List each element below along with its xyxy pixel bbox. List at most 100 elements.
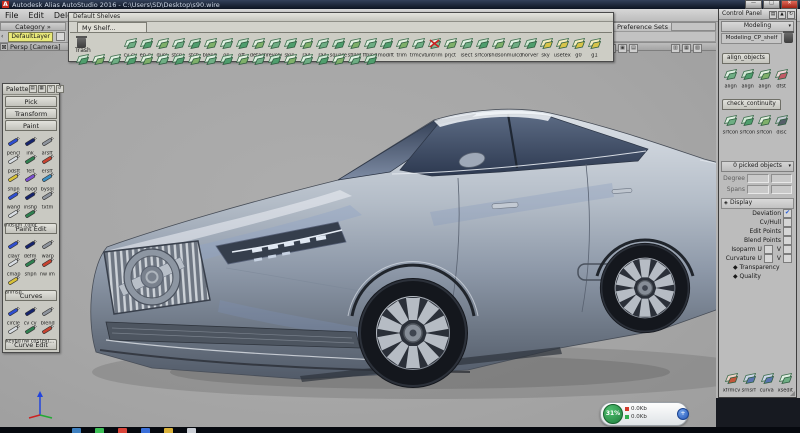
tool-xfrmcv[interactable]: xfrmcv bbox=[722, 369, 740, 394]
viewport-close-icon[interactable]: ⊠ bbox=[0, 43, 8, 51]
tool-align[interactable]: align bbox=[722, 65, 739, 90]
palette-titlebar[interactable]: Palette ▤▦▽↺ bbox=[3, 84, 59, 95]
cp-picked-objects-dropdown[interactable]: 0 picked objects▾ bbox=[721, 161, 794, 172]
tool-align[interactable]: align bbox=[739, 65, 756, 90]
cp-collapse-icon[interactable]: ▲ bbox=[778, 11, 786, 19]
perspective-viewport[interactable] bbox=[0, 51, 716, 427]
tool-g1[interactable]: g1 bbox=[586, 34, 602, 59]
tool-trmcvt[interactable]: trmcvt bbox=[410, 34, 426, 59]
tool-mulcd[interactable]: mulcd bbox=[506, 34, 522, 59]
maximize-view-icon[interactable]: ▦ bbox=[682, 44, 691, 53]
tool-unlabeled[interactable] bbox=[154, 50, 170, 69]
front-wheel[interactable] bbox=[358, 278, 468, 388]
taskbar-app-icon[interactable] bbox=[141, 428, 150, 433]
menu-edit[interactable]: Edit bbox=[28, 11, 44, 20]
degree-v-input[interactable] bbox=[771, 174, 793, 183]
tool-curva[interactable]: curva bbox=[758, 369, 776, 394]
category-header[interactable]: Category » bbox=[0, 22, 66, 31]
palette-window[interactable]: Palette ▤▦▽↺ Pick Transform Paintpenclin… bbox=[2, 83, 60, 353]
tool-unlabeled[interactable] bbox=[74, 50, 90, 69]
tool-unlabeled[interactable] bbox=[266, 50, 282, 69]
close-view-icon[interactable]: ▧ bbox=[693, 44, 702, 53]
control-panel-window-buttons[interactable]: ▤▲↻ bbox=[769, 9, 796, 19]
tool-shdson[interactable]: shdson bbox=[490, 34, 506, 59]
maximize-button[interactable]: □ bbox=[763, 0, 780, 9]
palette-tab-transform[interactable]: Transform bbox=[5, 108, 57, 119]
cv-hull-checkbox[interactable] bbox=[783, 218, 792, 227]
taskbar-app-icon[interactable] bbox=[164, 428, 173, 433]
tool-srfcon[interactable]: srfcon bbox=[474, 34, 490, 59]
tool-unlabeled[interactable] bbox=[250, 50, 266, 69]
tool-isect[interactable]: isect bbox=[458, 34, 474, 59]
tool-unlabeled[interactable] bbox=[106, 50, 122, 69]
cp-menu-icon[interactable]: ▤ bbox=[769, 11, 777, 19]
tool-unlabeled[interactable] bbox=[202, 50, 218, 69]
tool-ink[interactable]: ink bbox=[22, 132, 39, 150]
tool-pencl[interactable]: pencl bbox=[5, 132, 22, 150]
cp-display-section[interactable]: ◈Display bbox=[721, 198, 794, 209]
edit-points-checkbox[interactable] bbox=[783, 227, 792, 236]
wire-toggle-icon[interactable]: ▤ bbox=[629, 44, 638, 53]
tool-unlabeled[interactable] bbox=[138, 50, 154, 69]
tool-unlabeled[interactable] bbox=[90, 50, 106, 69]
cp-trash-icon[interactable] bbox=[783, 31, 793, 43]
tool-unlabeled[interactable] bbox=[170, 50, 186, 69]
rear-wheel[interactable] bbox=[600, 243, 690, 333]
tool-disc[interactable]: disc bbox=[773, 111, 790, 136]
close-button[interactable]: ✕ bbox=[781, 0, 798, 9]
control-panel-window[interactable]: Control Panel ▤▲↻ Modeling▾ Modeling_CP_… bbox=[718, 8, 797, 398]
tool-srfcon[interactable]: srfcon bbox=[722, 111, 739, 136]
shelf-tab-my-shelf[interactable]: My Shelf... bbox=[77, 22, 147, 32]
tool-unlabeled[interactable] bbox=[282, 50, 298, 69]
cp-cycle-icon[interactable]: ↻ bbox=[787, 11, 795, 19]
split-view-icon[interactable]: ▥ bbox=[671, 44, 680, 53]
tool-unlabeled[interactable] bbox=[346, 50, 362, 69]
palette-grid-icon[interactable]: ▦ bbox=[38, 85, 46, 93]
network-monitor-widget[interactable]: 31% 0.0Kb 0.0Kb + bbox=[600, 402, 692, 425]
curvature-u-checkbox[interactable] bbox=[764, 254, 773, 263]
tool-srfcon[interactable]: srfcon bbox=[739, 111, 756, 136]
minimize-button[interactable]: — bbox=[745, 0, 762, 9]
deviation-checkbox[interactable]: ✔ bbox=[783, 209, 792, 218]
palette-list-icon[interactable]: ▤ bbox=[29, 85, 37, 93]
cp-bullet-quality[interactable]: ◆ Quality bbox=[719, 272, 796, 281]
tool-unlabeled[interactable] bbox=[218, 50, 234, 69]
tool-circle[interactable]: circle bbox=[5, 302, 22, 320]
cp-tab-align_objects[interactable]: align_objects bbox=[722, 53, 770, 64]
isoparm-u-checkbox[interactable] bbox=[764, 245, 773, 254]
spans-v-input[interactable] bbox=[771, 185, 793, 194]
resize-grip[interactable] bbox=[790, 391, 795, 396]
preference-sets-button[interactable]: Preference Sets bbox=[613, 23, 672, 31]
tool-unlabeled[interactable] bbox=[234, 50, 250, 69]
shelf-window-title[interactable]: Default Shelves bbox=[69, 13, 613, 22]
shade-toggle-icon[interactable]: ▣ bbox=[618, 44, 627, 53]
palette-window-buttons[interactable]: ▤▦▽↺ bbox=[29, 84, 65, 94]
blend-points-checkbox[interactable] bbox=[783, 236, 792, 245]
taskbar-app-icon[interactable] bbox=[95, 428, 104, 433]
taskbar-app-icon[interactable] bbox=[187, 428, 196, 433]
default-layer-chip[interactable]: DefaultLayer bbox=[8, 32, 53, 42]
palette-cycle-icon[interactable]: ↺ bbox=[56, 85, 64, 93]
tool-align[interactable]: align bbox=[756, 65, 773, 90]
tool-modift[interactable]: modift bbox=[378, 34, 394, 59]
scroll-left-icon[interactable]: ‹ bbox=[1, 33, 3, 40]
layer-visibility-checkbox[interactable] bbox=[56, 32, 65, 41]
taskbar-app-icon[interactable] bbox=[118, 428, 127, 433]
widget-plus-button[interactable]: + bbox=[677, 408, 689, 420]
tool-blend[interactable]: blend bbox=[39, 302, 56, 320]
car-model-volvo-s90[interactable] bbox=[0, 51, 716, 427]
tool-dfst[interactable]: dfst bbox=[773, 65, 790, 90]
curvature-u-v-checkbox[interactable] bbox=[783, 254, 792, 263]
tool-prjct[interactable]: prjct bbox=[442, 34, 458, 59]
tool-unlabeled[interactable] bbox=[330, 50, 346, 69]
degree-u-input[interactable] bbox=[747, 174, 769, 183]
viewport-window-toggles[interactable]: ▥ ▦ ▧ bbox=[671, 44, 702, 53]
tool-unlabeled[interactable] bbox=[314, 50, 330, 69]
tool-unlabeled[interactable] bbox=[362, 50, 378, 69]
tool-cv-cv[interactable]: cv cv bbox=[22, 302, 39, 320]
default-shelves-window[interactable]: Default Shelves My Shelf... Trash cv cve… bbox=[68, 12, 614, 62]
spans-u-input[interactable] bbox=[747, 185, 769, 194]
palette-tab-paint[interactable]: Paint bbox=[5, 120, 57, 131]
tool-unlabeled[interactable] bbox=[298, 50, 314, 69]
tool-defm[interactable]: defm bbox=[22, 235, 39, 253]
